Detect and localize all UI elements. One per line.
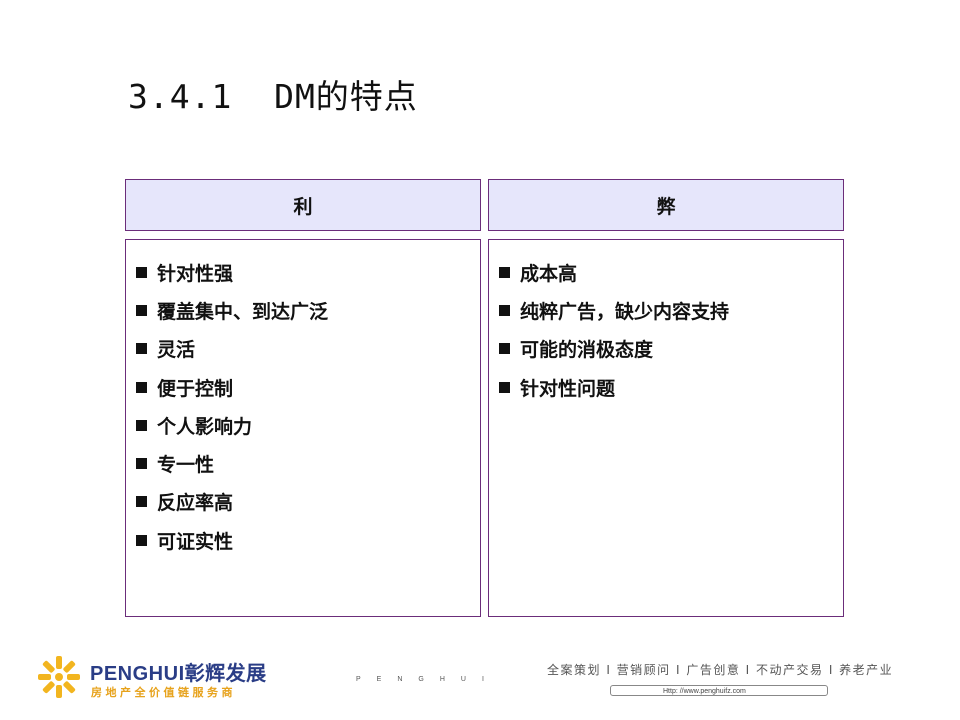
list-item-text: 灵活	[157, 339, 196, 362]
list-item: 便于控制	[136, 368, 480, 406]
cons-list: 成本高 纯粹广告，缺少内容支持 可能的消极态度 针对性问题	[489, 253, 843, 406]
pros-header: 利	[125, 179, 481, 231]
list-item: 成本高	[499, 253, 843, 291]
list-item-text: 成本高	[520, 262, 578, 285]
list-item-text: 针对性问题	[520, 377, 616, 400]
list-item-text: 个人影响力	[157, 415, 253, 438]
square-bullet-icon	[136, 381, 147, 393]
list-item-text: 便于控制	[157, 377, 234, 400]
cons-header-label: 弊	[656, 195, 676, 218]
brand-name: PENGHUI彰辉发展	[90, 657, 267, 686]
list-item: 覆盖集中、到达广泛	[136, 291, 480, 329]
list-item-text: 可证实性	[157, 530, 234, 553]
brand-name-cn: 彰辉发展	[184, 663, 267, 685]
pros-list-panel: 针对性强 覆盖集中、到达广泛 灵活 便于控制 个人影响力 专一性 反应率高 可证…	[125, 239, 481, 617]
website-url: Http: //www.penghuifz.com	[610, 685, 828, 696]
brand-tagline: 房地产全价值链服务商	[91, 686, 236, 699]
square-bullet-icon	[499, 304, 510, 316]
cons-header: 弊	[488, 179, 844, 231]
list-item-text: 专一性	[157, 454, 215, 477]
list-item: 可证实性	[136, 521, 480, 559]
list-item-text: 针对性强	[157, 262, 234, 285]
list-item-text: 纯粹广告，缺少内容支持	[520, 300, 730, 323]
square-bullet-icon	[136, 343, 147, 355]
list-item: 纯粹广告，缺少内容支持	[499, 291, 843, 329]
list-item-text: 可能的消极态度	[520, 339, 654, 362]
square-bullet-icon	[499, 381, 510, 393]
square-bullet-icon	[136, 534, 147, 546]
pros-header-label: 利	[293, 195, 313, 218]
page-title: 3.4.1 DM的特点	[128, 77, 418, 116]
list-item-text: 反应率高	[157, 492, 234, 515]
list-item: 针对性强	[136, 253, 480, 291]
cons-list-panel: 成本高 纯粹广告，缺少内容支持 可能的消极态度 针对性问题	[488, 239, 844, 617]
square-bullet-icon	[499, 343, 510, 355]
square-bullet-icon	[499, 266, 510, 278]
penghui-logo-icon	[38, 656, 80, 698]
square-bullet-icon	[136, 458, 147, 470]
square-bullet-icon	[136, 419, 147, 431]
list-item: 专一性	[136, 444, 480, 482]
list-item: 个人影响力	[136, 406, 480, 444]
list-item: 反应率高	[136, 483, 480, 521]
services-slogan: 全案策划 I 营销顾问 I 广告创意 I 不动产交易 I 养老产业	[547, 663, 894, 677]
square-bullet-icon	[136, 496, 147, 508]
list-item: 灵活	[136, 330, 480, 368]
list-item: 可能的消极态度	[499, 330, 843, 368]
pros-list: 针对性强 覆盖集中、到达广泛 灵活 便于控制 个人影响力 专一性 反应率高 可证…	[126, 253, 480, 559]
square-bullet-icon	[136, 266, 147, 278]
list-item-text: 覆盖集中、到达广泛	[157, 300, 329, 323]
brand-name-en: PENGHUI	[90, 663, 185, 685]
list-item: 针对性问题	[499, 368, 843, 406]
spaced-brand-text: PENGHUI	[356, 676, 500, 683]
square-bullet-icon	[136, 304, 147, 316]
